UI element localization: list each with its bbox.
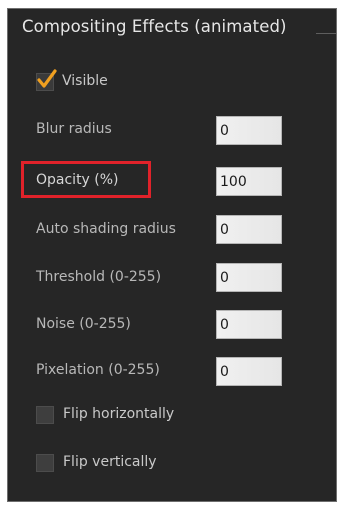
blur-radius-label: Blur radius xyxy=(36,121,112,137)
noise-label: Noise (0-255) xyxy=(36,316,131,332)
opacity-highlight-box xyxy=(21,161,151,198)
checkmark-icon xyxy=(37,69,57,88)
panel-title: Compositing Effects (animated) xyxy=(22,17,287,36)
opacity-input[interactable] xyxy=(216,167,282,196)
visible-label: Visible xyxy=(62,73,108,89)
noise-input[interactable] xyxy=(216,310,282,339)
threshold-label: Threshold (0-255) xyxy=(36,269,162,285)
pixelation-input[interactable] xyxy=(216,357,282,386)
flip-horizontally-checkbox[interactable] xyxy=(36,406,54,424)
title-divider xyxy=(316,33,336,34)
flip-vertically-checkbox[interactable] xyxy=(36,454,54,472)
blur-radius-input[interactable] xyxy=(216,116,282,145)
auto-shading-radius-label: Auto shading radius xyxy=(36,221,176,237)
visible-checkbox[interactable] xyxy=(36,69,57,91)
pixelation-label: Pixelation (0-255) xyxy=(36,362,160,378)
auto-shading-radius-input[interactable] xyxy=(216,215,282,244)
flip-vertically-label: Flip vertically xyxy=(63,454,157,470)
page: Compositing Effects (animated) Visible B… xyxy=(0,0,343,505)
threshold-input[interactable] xyxy=(216,263,282,292)
flip-horizontally-label: Flip horizontally xyxy=(63,406,175,422)
